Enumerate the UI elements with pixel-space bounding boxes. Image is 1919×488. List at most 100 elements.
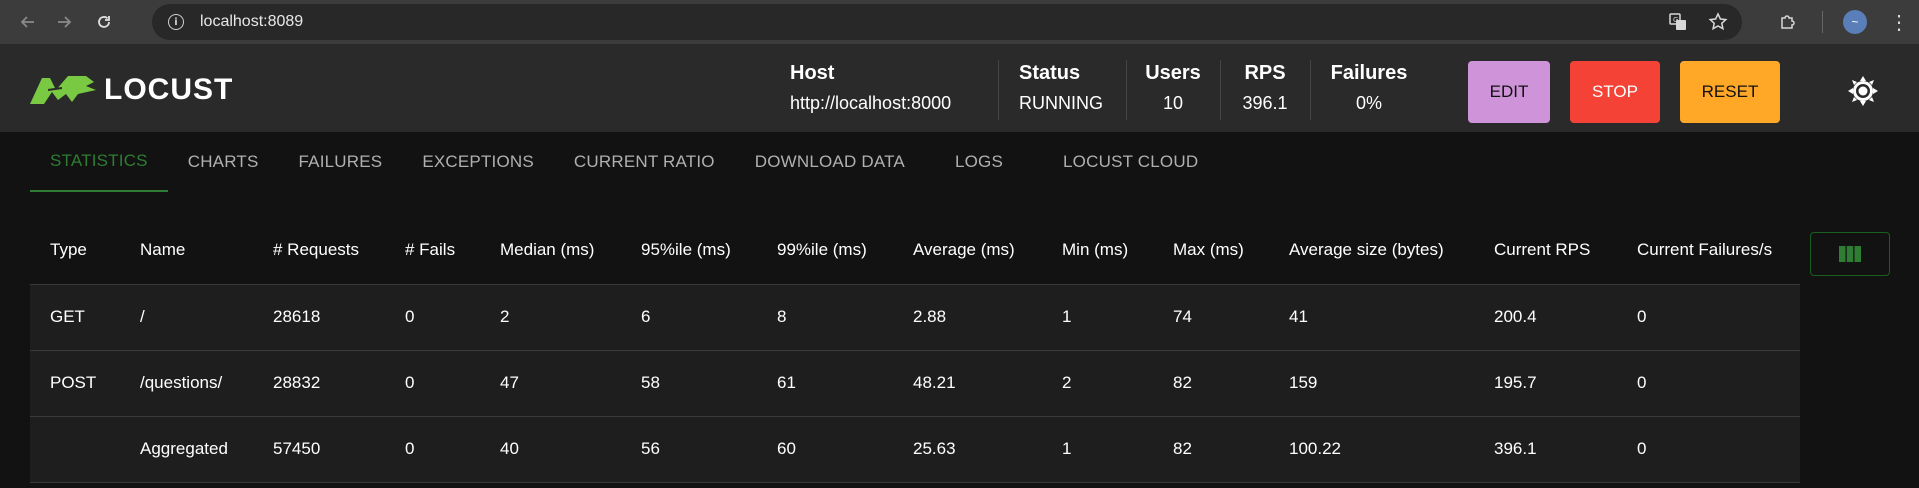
locust-logo[interactable]: LOCUST bbox=[28, 72, 233, 108]
column-header[interactable]: Name bbox=[120, 216, 253, 284]
table-cell: GET bbox=[30, 283, 120, 350]
table-cell: 0 bbox=[1617, 283, 1800, 350]
table-cell: 25.63 bbox=[893, 415, 1042, 483]
kebab-menu-icon[interactable]: ⋮ bbox=[1889, 4, 1909, 40]
table-cell: 195.7 bbox=[1474, 349, 1617, 416]
back-arrow-icon[interactable] bbox=[10, 4, 46, 40]
column-header[interactable]: Type bbox=[30, 216, 120, 284]
table-cell: POST bbox=[30, 349, 120, 416]
reset-button[interactable]: RESET bbox=[1680, 61, 1780, 123]
column-header[interactable]: # Requests bbox=[253, 216, 385, 284]
table-cell: / bbox=[120, 283, 253, 350]
toolbar-divider bbox=[1822, 11, 1823, 33]
table-cell: 74 bbox=[1153, 283, 1269, 350]
table-cell: 0 bbox=[385, 283, 480, 350]
profile-avatar[interactable]: ~ bbox=[1843, 10, 1867, 34]
stat-value-failures: 0% bbox=[1355, 93, 1382, 113]
stat-rps: RPS 396.1 bbox=[1230, 62, 1300, 118]
column-header[interactable]: # Fails bbox=[385, 216, 480, 284]
forward-arrow-icon[interactable] bbox=[46, 4, 82, 40]
stat-label-users: Users bbox=[1145, 62, 1201, 84]
stat-label-status: Status bbox=[1019, 62, 1081, 84]
reload-icon[interactable] bbox=[86, 4, 122, 40]
view-column-icon bbox=[1839, 246, 1861, 262]
column-header[interactable]: 95%ile (ms) bbox=[621, 216, 757, 284]
table-cell: 8 bbox=[757, 283, 893, 350]
table-cell: 0 bbox=[385, 415, 480, 483]
table-cell: 0 bbox=[385, 349, 480, 416]
table-row-aggregated: Aggregated 57450 0 40 56 60 25.63 1 82 1… bbox=[30, 415, 1800, 483]
stat-label-failures: Failures bbox=[1330, 62, 1408, 84]
table-cell: 0 bbox=[1617, 349, 1800, 416]
table-header-row: Type Name # Requests # Fails Median (ms)… bbox=[30, 216, 1800, 284]
table-cell: 47 bbox=[480, 349, 621, 416]
tab-current-ratio[interactable]: CURRENT RATIO bbox=[554, 132, 735, 192]
column-header[interactable]: Min (ms) bbox=[1042, 216, 1153, 284]
stat-divider bbox=[1126, 60, 1127, 120]
svg-text:G: G bbox=[1673, 16, 1678, 24]
stat-value-rps: 396.1 bbox=[1242, 93, 1288, 113]
column-header[interactable]: Max (ms) bbox=[1153, 216, 1269, 284]
table-cell: 82 bbox=[1153, 349, 1269, 416]
column-header[interactable]: Median (ms) bbox=[480, 216, 621, 284]
theme-brightness-icon[interactable] bbox=[1848, 76, 1878, 106]
table-cell: 100.22 bbox=[1269, 415, 1474, 483]
table-cell: 159 bbox=[1269, 349, 1474, 416]
tab-exceptions[interactable]: EXCEPTIONS bbox=[402, 132, 554, 192]
logo-text: LOCUST bbox=[104, 73, 234, 106]
translate-icon[interactable]: G bbox=[1664, 8, 1692, 36]
table-cell: 58 bbox=[621, 349, 757, 416]
tab-charts[interactable]: CHARTS bbox=[168, 132, 279, 192]
table-cell: 61 bbox=[757, 349, 893, 416]
tab-statistics[interactable]: STATISTICS bbox=[30, 132, 168, 192]
tab-logs[interactable]: LOGS bbox=[935, 132, 1043, 192]
address-bar[interactable]: i localhost:8089 G bbox=[152, 4, 1742, 40]
table-cell: 200.4 bbox=[1474, 283, 1617, 350]
table-cell: 48.21 bbox=[893, 349, 1042, 416]
statistics-table: Type Name # Requests # Fails Median (ms)… bbox=[30, 216, 1800, 483]
edit-button[interactable]: EDIT bbox=[1468, 61, 1550, 123]
table-cell bbox=[30, 415, 120, 483]
table-cell: 6 bbox=[621, 283, 757, 350]
stat-label-rps: RPS bbox=[1244, 62, 1286, 84]
column-header[interactable]: Average (ms) bbox=[893, 216, 1042, 284]
tab-download-data[interactable]: DOWNLOAD DATA bbox=[735, 132, 935, 192]
table-cell: 41 bbox=[1269, 283, 1474, 350]
site-info-icon[interactable]: i bbox=[164, 10, 188, 34]
table-cell: 82 bbox=[1153, 415, 1269, 483]
column-header[interactable]: 99%ile (ms) bbox=[757, 216, 893, 284]
main-tabs: STATISTICS CHARTS FAILURES EXCEPTIONS CU… bbox=[30, 132, 1218, 192]
stat-divider bbox=[1220, 60, 1221, 120]
stat-value-status: RUNNING bbox=[1019, 93, 1103, 113]
table-cell: 0 bbox=[1617, 415, 1800, 483]
table-row: GET / 28618 0 2 6 8 2.88 1 74 41 200.4 0 bbox=[30, 283, 1800, 350]
table-cell: 1 bbox=[1042, 283, 1153, 350]
stat-label-host: Host bbox=[790, 62, 835, 84]
stat-divider bbox=[1310, 60, 1311, 120]
table-cell: 56 bbox=[621, 415, 757, 483]
column-selector-button[interactable] bbox=[1810, 232, 1890, 276]
table-cell: 40 bbox=[480, 415, 621, 483]
column-header[interactable]: Average size (bytes) bbox=[1269, 216, 1474, 284]
locust-logo-icon bbox=[30, 76, 96, 104]
table-cell: 2 bbox=[480, 283, 621, 350]
stat-value-users: 10 bbox=[1162, 93, 1184, 113]
table-cell: 28618 bbox=[253, 283, 385, 350]
table-cell: 2.88 bbox=[893, 283, 1042, 350]
tab-locust-cloud[interactable]: LOCUST CLOUD bbox=[1043, 132, 1218, 192]
column-header[interactable]: Current Failures/s bbox=[1617, 216, 1800, 284]
bookmark-star-icon[interactable] bbox=[1704, 8, 1732, 36]
table-cell: 60 bbox=[757, 415, 893, 483]
stop-button[interactable]: STOP bbox=[1570, 61, 1660, 123]
table-cell: /questions/ bbox=[120, 349, 253, 416]
table-cell: Aggregated bbox=[120, 415, 253, 483]
table-row: POST /questions/ 28832 0 47 58 61 48.21 … bbox=[30, 349, 1800, 416]
stat-status: Status RUNNING bbox=[1019, 62, 1103, 118]
url-text[interactable]: localhost:8089 bbox=[200, 13, 303, 31]
extensions-puzzle-icon[interactable] bbox=[1770, 4, 1806, 40]
tab-failures[interactable]: FAILURES bbox=[279, 132, 403, 192]
statistics-table-container: Type Name # Requests # Fails Median (ms)… bbox=[30, 216, 1800, 483]
column-header[interactable]: Current RPS bbox=[1474, 216, 1617, 284]
stat-divider bbox=[998, 60, 999, 120]
stat-users: Users 10 bbox=[1138, 62, 1208, 118]
